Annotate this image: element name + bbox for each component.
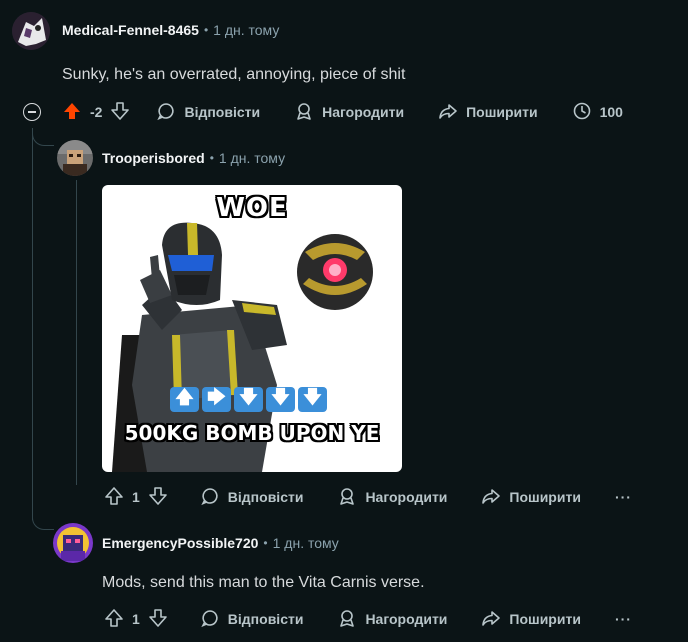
award-icon [337,608,357,631]
award-label: Нагородити [322,104,405,120]
upvote-icon[interactable] [62,101,82,124]
comment-actions: -2 Відповісти Нагородити Поширити 100 [52,96,633,128]
vote-group: -2 [52,96,140,128]
avatar[interactable] [57,140,93,176]
comment-time[interactable]: 1 дн. тому [273,535,339,551]
stratagem-arrows: 🡅 🡆 🡇 🡇 🡇 [170,387,327,412]
award-icon [294,101,314,124]
views-button[interactable]: 100 [562,96,633,128]
thread-line [76,180,77,485]
comment-bubble-icon [200,608,220,631]
arrow-down-icon: 🡇 [298,387,327,412]
more-label: ··· [614,611,632,627]
share-button[interactable]: Поширити [471,481,591,513]
separator-dot: • [209,151,214,165]
reply-button[interactable]: Відповісти [190,481,314,513]
thread-line [32,128,33,520]
share-icon [481,608,501,631]
more-dots-icon[interactable]: ··· [605,481,642,513]
upvote-icon[interactable] [104,608,124,631]
award-icon [337,486,357,509]
arrow-down-icon: 🡇 [266,387,295,412]
arrow-down-icon: 🡇 [234,387,263,412]
downvote-icon[interactable] [148,486,168,509]
comment-bubble-icon [156,101,176,124]
comment-time[interactable]: 1 дн. тому [219,150,285,166]
more-label: ··· [614,489,632,505]
award-button[interactable]: Нагородити [284,96,414,128]
comment-bubble-icon [200,486,220,509]
comment-actions: 1 Відповісти Нагородити Поширити ··· [94,481,642,513]
share-label: Поширити [509,489,581,505]
orb-illustration [297,234,373,310]
share-icon [481,486,501,509]
avatar[interactable] [53,523,93,563]
share-button[interactable]: Поширити [428,96,548,128]
arrow-right-icon: 🡆 [202,387,231,412]
views-clock-icon [572,101,592,124]
comment-image[interactable]: WOE 🡅 🡆 🡇 🡇 🡇 500KG BOMB UPON YE [102,185,402,472]
reply-label: Відповісти [227,489,304,505]
more-dots-icon[interactable]: ··· [605,603,642,635]
share-label: Поширити [466,104,538,120]
award-button[interactable]: Нагородити [327,603,457,635]
reply-button[interactable]: Відповісти [190,603,314,635]
vote-score: 1 [132,611,140,627]
comment-text: Sunky, he's an overrated, annoying, piec… [62,66,406,83]
reply-label: Відповісти [227,611,304,627]
arrow-up-icon: 🡅 [170,387,199,412]
downvote-icon[interactable] [110,101,130,124]
upvote-icon[interactable] [104,486,124,509]
award-label: Нагородити [365,611,448,627]
share-icon [438,101,458,124]
views-count: 100 [599,104,623,120]
vote-group: 1 [94,481,178,513]
reply-label: Відповісти [184,104,261,120]
comment-author[interactable]: Medical-Fennel-8465 [62,22,199,38]
collapse-minus-icon[interactable] [23,103,41,121]
thread-branch [32,510,54,530]
separator-dot: • [203,23,209,37]
thread-branch [32,128,54,146]
comment-author[interactable]: EmergencyPossible720 [102,535,258,551]
meme-top-text: WOE [216,193,288,223]
share-label: Поширити [509,611,581,627]
reply-button[interactable]: Відповісти [146,96,270,128]
vote-group: 1 [94,603,178,635]
comment-text: Mods, send this man to the Vita Carnis v… [102,574,425,591]
award-button[interactable]: Нагородити [327,481,457,513]
vote-score: 1 [132,489,140,505]
downvote-icon[interactable] [148,608,168,631]
separator-dot: • [263,536,268,550]
avatar[interactable] [12,12,50,50]
vote-score: -2 [90,104,103,120]
award-label: Нагородити [365,489,448,505]
comment-actions: 1 Відповісти Нагородити Поширити ··· [94,603,642,635]
comment-author[interactable]: Trooperisbored [102,150,205,166]
comment-time[interactable]: 1 дн. тому [213,22,279,38]
share-button[interactable]: Поширити [471,603,591,635]
meme-bottom-text: 500KG BOMB UPON YE [124,421,380,445]
